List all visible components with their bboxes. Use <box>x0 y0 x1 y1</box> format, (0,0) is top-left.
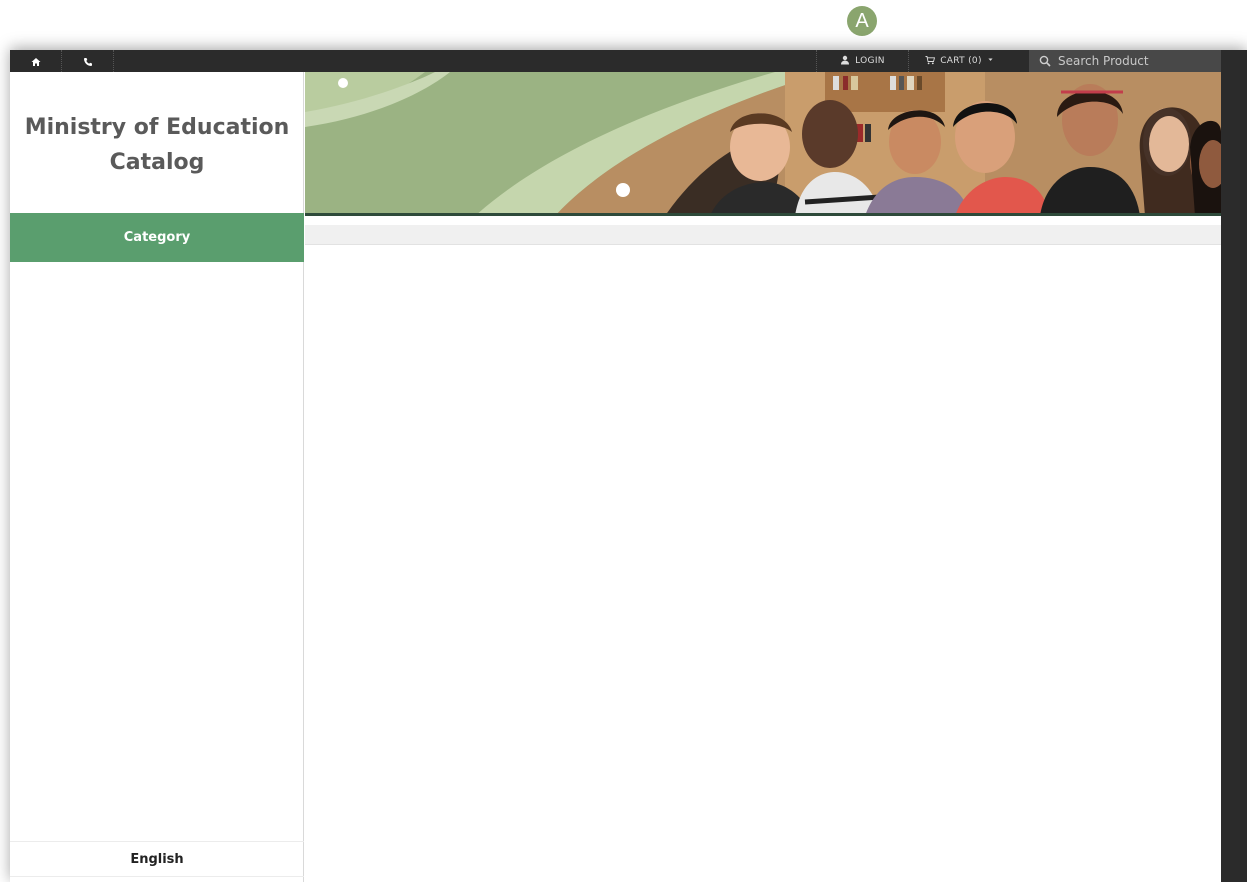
site-title: Ministry of Education Catalog <box>10 110 304 180</box>
search-icon <box>1039 52 1051 71</box>
caret-down-icon <box>987 56 994 66</box>
home-icon <box>31 52 41 71</box>
phone-icon <box>83 52 93 71</box>
annotation-marker: A <box>847 6 877 36</box>
language-label: English <box>130 851 184 867</box>
browser-window: LOGIN CART (0) Ministry of Education Cat… <box>10 50 1247 882</box>
category-button[interactable]: Category <box>10 213 304 262</box>
breadcrumb-bar <box>305 225 1221 245</box>
cart-dropdown[interactable]: CART (0) <box>908 50 1010 72</box>
home-button[interactable] <box>10 50 62 72</box>
sidebar: Ministry of Education Catalog Category E… <box>10 72 304 882</box>
site-title-line-1: Ministry of Education <box>24 115 290 140</box>
search-input[interactable] <box>1058 54 1218 68</box>
login-label: LOGIN <box>855 56 885 66</box>
cart-label: CART (0) <box>940 56 982 66</box>
search-box <box>1029 50 1221 72</box>
annotation-marker-label: A <box>855 9 869 32</box>
window-edge-strip <box>1221 50 1247 882</box>
language-selector[interactable]: English <box>10 841 304 877</box>
header-banner-image <box>305 72 1221 216</box>
login-link[interactable]: LOGIN <box>816 50 908 72</box>
category-label: Category <box>123 230 191 245</box>
site-title-line-2: Catalog <box>109 150 205 175</box>
user-icon <box>840 55 850 68</box>
cart-icon <box>925 55 936 68</box>
top-navigation-bar: LOGIN CART (0) <box>10 50 1221 72</box>
phone-button[interactable] <box>62 50 114 72</box>
